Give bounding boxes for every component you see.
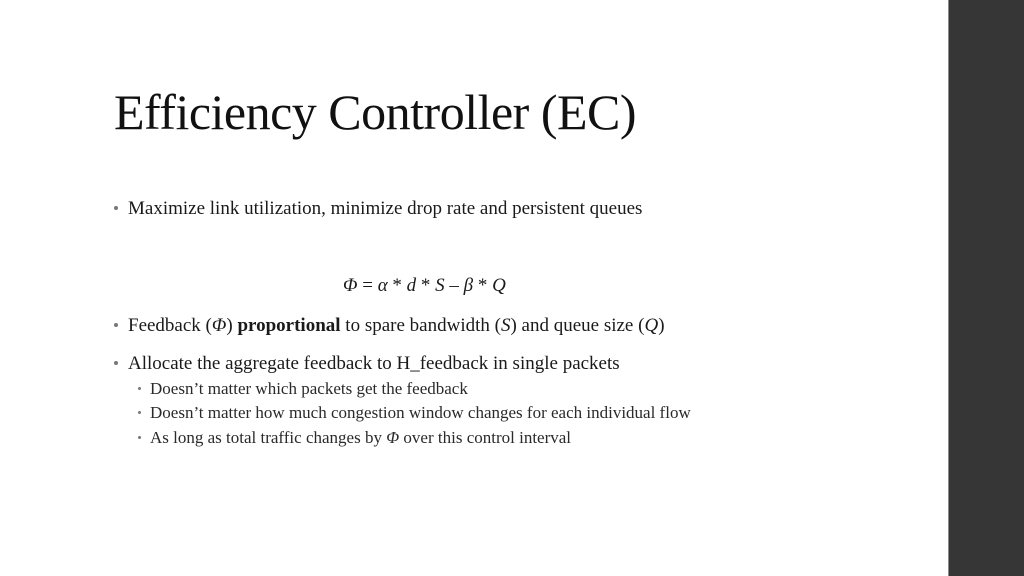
formula-d: d	[406, 275, 417, 296]
formula-minus: –	[444, 275, 464, 296]
formula-times: *	[387, 275, 407, 296]
sub-bullet-text: Doesn’t matter how much congestion windo…	[150, 403, 691, 422]
bullet-maximize: Maximize link utilization, minimize drop…	[114, 197, 642, 221]
bullet-dot-icon	[114, 360, 118, 365]
bullet-dot-icon	[138, 410, 141, 414]
formula-alpha: α	[377, 275, 388, 296]
sub-bullet: Doesn’t matter which packets get the fee…	[138, 378, 468, 400]
q-symbol: Q	[644, 315, 659, 336]
formula-times: *	[416, 275, 436, 296]
bullet-feedback: Feedback (Φ) proportional to spare bandw…	[114, 314, 665, 338]
bullet-text: Maximize link utilization, minimize drop…	[128, 198, 643, 219]
bullet-text: )	[658, 315, 665, 336]
sub-bullet-text: over this control interval	[399, 428, 572, 447]
bold-term: proportional	[237, 315, 341, 336]
phi-symbol: Φ	[386, 428, 400, 447]
formula-times: *	[473, 275, 493, 296]
bullet-text: ) and queue size (	[510, 315, 645, 336]
bullet-text: Allocate the aggregate feedback to H_fee…	[128, 353, 620, 374]
bullet-allocate: Allocate the aggregate feedback to H_fee…	[114, 352, 620, 376]
bullet-text: Feedback (	[128, 315, 212, 336]
formula-q: Q	[492, 275, 506, 296]
formula-beta: β	[463, 275, 474, 296]
formula-equals: =	[357, 275, 378, 296]
bullet-text: to spare bandwidth (	[340, 315, 501, 336]
phi-symbol: Φ	[211, 315, 227, 336]
bullet-dot-icon	[114, 205, 118, 210]
feedback-formula: Φ = α * d * S – β * Q	[343, 274, 506, 298]
sub-bullet: Doesn’t matter how much congestion windo…	[138, 402, 691, 424]
bullet-text: )	[226, 315, 238, 336]
formula-phi: Φ	[343, 275, 358, 296]
bullet-dot-icon	[138, 386, 141, 390]
sub-bullet-text: Doesn’t matter which packets get the fee…	[150, 379, 468, 398]
sub-bullet: As long as total traffic changes by Φ ov…	[138, 427, 571, 449]
bullet-dot-icon	[114, 322, 118, 327]
formula-s: S	[435, 275, 445, 296]
decorative-sidebar	[948, 0, 1024, 576]
bullet-dot-icon	[138, 435, 141, 439]
slide-title: Efficiency Controller (EC)	[114, 84, 637, 140]
sub-bullet-text: As long as total traffic changes by	[150, 428, 387, 447]
slide: Efficiency Controller (EC) Maximize link…	[0, 0, 948, 576]
